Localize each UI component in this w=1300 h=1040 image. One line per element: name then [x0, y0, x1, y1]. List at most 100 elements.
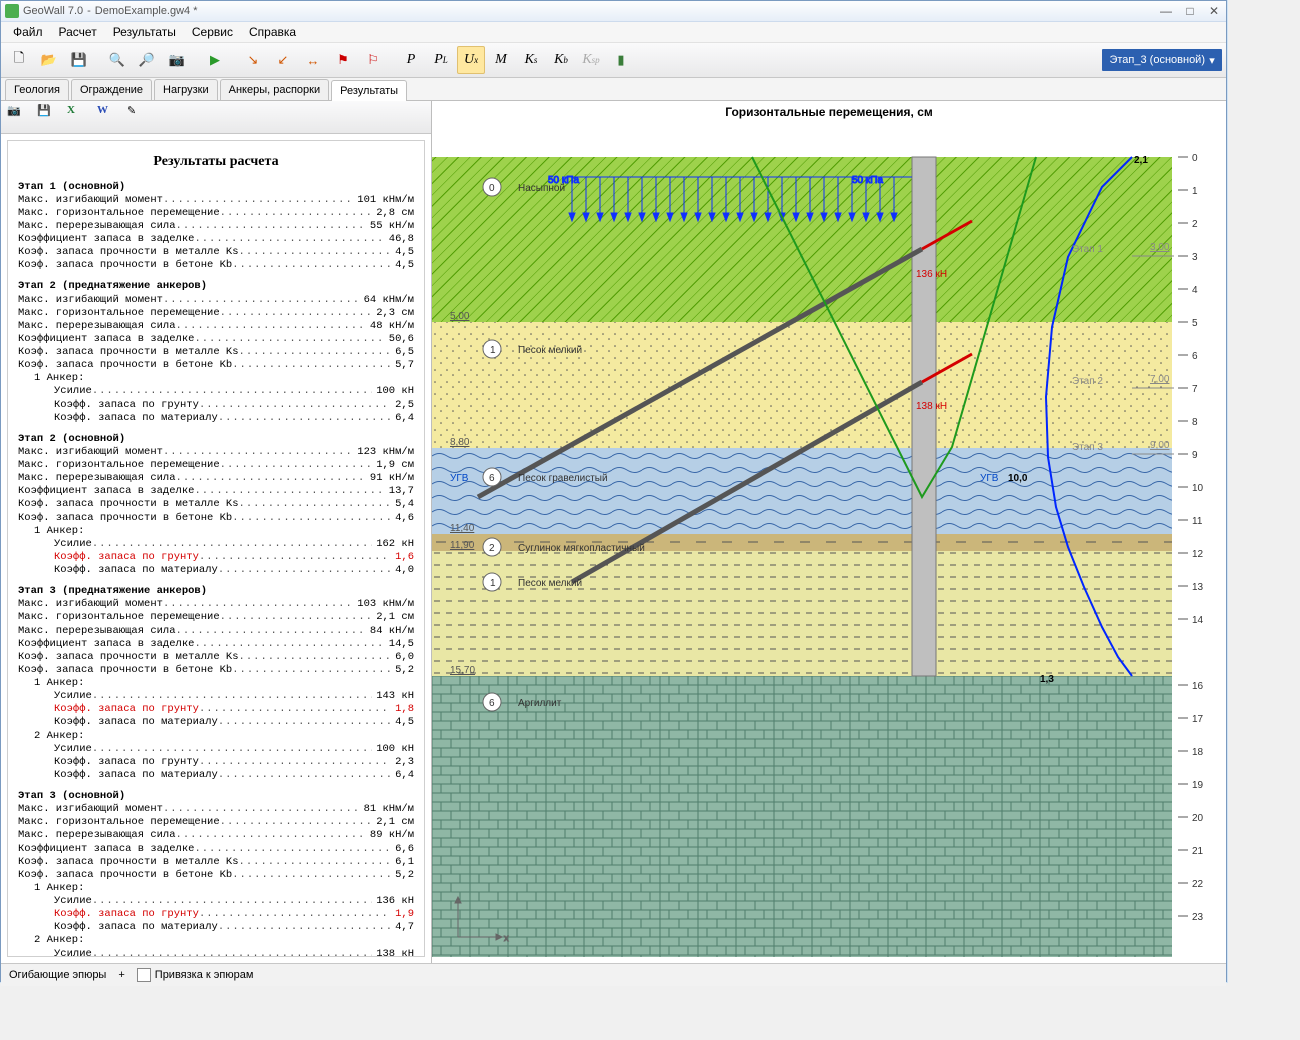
svg-text:21: 21 — [1192, 846, 1204, 857]
M-button[interactable]: M — [487, 46, 515, 74]
zoom-sel-button[interactable]: 🔎 — [133, 46, 161, 74]
svg-text:16: 16 — [1192, 681, 1204, 692]
svg-text:x: x — [504, 933, 509, 943]
layer2: Песок гравелистый — [518, 473, 608, 484]
Ux-button[interactable]: Ux — [457, 46, 485, 74]
menu-file[interactable]: Файл — [5, 23, 51, 41]
anchor2-force: 138 кН — [916, 401, 947, 412]
svg-text:10: 10 — [1192, 483, 1204, 494]
svg-text:7: 7 — [1192, 384, 1198, 395]
PL-button[interactable]: PL — [427, 46, 455, 74]
svg-text:23: 23 — [1192, 912, 1204, 923]
status-plus[interactable]: + — [118, 969, 124, 981]
svg-text:3,00: 3,00 — [1150, 242, 1170, 253]
chevron-down-icon: ▾ — [1205, 54, 1219, 67]
main-toolbar: 🗋 📂 💾 🔍 🔎 📷 ▶ ↘ ↙ ↔ ⚑ ⚐ P PL Ux M Ks Kb … — [1, 43, 1226, 78]
svg-text:20: 20 — [1192, 813, 1204, 824]
svg-text:6: 6 — [489, 473, 495, 484]
svg-text:8,80: 8,80 — [450, 437, 470, 448]
Ks-button[interactable]: Ks — [517, 46, 545, 74]
menu-service[interactable]: Сервис — [184, 23, 241, 41]
report-camera-button[interactable]: 📷 — [7, 104, 33, 130]
Ksp-button[interactable]: Ksp — [577, 46, 605, 74]
disp-top: 2,1 — [1134, 155, 1148, 166]
stage-combo-label: Этап_3 (основной) — [1109, 54, 1205, 66]
edit-report-button[interactable]: ✎ — [127, 104, 153, 130]
menu-results[interactable]: Результаты — [105, 23, 184, 41]
export-word-button[interactable]: W — [97, 104, 123, 130]
snapshot-button[interactable]: 📷 — [163, 46, 191, 74]
layer1: Песок мелкий — [518, 345, 582, 356]
tab-wall[interactable]: Ограждение — [71, 79, 152, 100]
tab-loads[interactable]: Нагрузки — [154, 79, 218, 100]
svg-text:Этап 3: Этап 3 — [1072, 442, 1103, 453]
svg-text:Этап 1: Этап 1 — [1072, 244, 1103, 255]
svg-text:15,70: 15,70 — [450, 665, 475, 676]
close-button[interactable]: ✕ — [1202, 4, 1226, 18]
svg-text:11,40: 11,40 — [450, 523, 475, 534]
stage-combo[interactable]: Этап_3 (основной) ▾ — [1102, 49, 1222, 71]
svg-text:22: 22 — [1192, 879, 1204, 890]
svg-text:1: 1 — [1192, 186, 1198, 197]
svg-text:9,00: 9,00 — [1150, 440, 1170, 451]
menubar: Файл Расчет Результаты Сервис Справка — [1, 22, 1226, 43]
plot5-button[interactable]: ⚐ — [359, 46, 387, 74]
save-button[interactable]: 💾 — [65, 46, 93, 74]
svg-text:14: 14 — [1192, 615, 1204, 626]
svg-text:1: 1 — [490, 578, 496, 589]
new-button[interactable]: 🗋 — [5, 46, 33, 74]
disp-bottom: 1,3 — [1040, 674, 1054, 685]
svg-text:3: 3 — [1192, 252, 1198, 263]
envelope-button[interactable]: ▮ — [607, 46, 635, 74]
export-excel-button[interactable]: X — [67, 104, 93, 130]
open-button[interactable]: 📂 — [35, 46, 63, 74]
load-label-right: 50 кПа — [852, 175, 883, 186]
layer3: Суглинок мягкопластичный — [518, 543, 645, 554]
maximize-button[interactable]: □ — [1178, 4, 1202, 18]
layer0: Насыпной — [518, 183, 565, 194]
svg-text:6: 6 — [489, 698, 495, 709]
status-bar: Огибающие эпюры + Привязка к эпюрам — [1, 963, 1226, 986]
report-save-button[interactable]: 💾 — [37, 104, 63, 130]
run-button[interactable]: ▶ — [201, 46, 229, 74]
water-right: УГВ — [980, 473, 999, 484]
menu-calc[interactable]: Расчет — [51, 23, 105, 41]
chart-title: Горизонтальные перемещения, см — [432, 101, 1226, 123]
title-sep: - — [87, 5, 95, 17]
Kb-button[interactable]: Kb — [547, 46, 575, 74]
menu-help[interactable]: Справка — [241, 23, 304, 41]
tab-results[interactable]: Результаты — [331, 80, 407, 101]
plot1-button[interactable]: ↘ — [239, 46, 267, 74]
P-button[interactable]: P — [397, 46, 425, 74]
svg-text:8: 8 — [1192, 417, 1198, 428]
plot2-button[interactable]: ↙ — [269, 46, 297, 74]
tabs: Геология Ограждение Нагрузки Анкеры, рас… — [1, 78, 1226, 101]
anchor1-force: 136 кН — [916, 269, 947, 280]
zoom-fit-button[interactable]: 🔍 — [103, 46, 131, 74]
app-name: GeoWall 7.0 — [23, 5, 87, 17]
diagram-pane[interactable]: Горизонтальные перемещения, см — [432, 101, 1226, 963]
svg-text:10,0: 10,0 — [1008, 473, 1028, 484]
status-left[interactable]: Огибающие эпюры — [9, 969, 106, 981]
report-pane[interactable]: Результаты расчетаЭтап 1 (основной)Макс.… — [7, 140, 425, 957]
svg-text:7,00: 7,00 — [1150, 374, 1170, 385]
app-icon — [5, 4, 19, 18]
svg-text:2: 2 — [1192, 219, 1198, 230]
svg-text:0: 0 — [1192, 153, 1198, 164]
svg-text:2: 2 — [489, 543, 495, 554]
svg-text:9: 9 — [1192, 450, 1198, 461]
layer5: Аргиллит — [518, 698, 562, 709]
tab-geology[interactable]: Геология — [5, 79, 69, 100]
svg-text:5: 5 — [1192, 318, 1198, 329]
svg-text:18: 18 — [1192, 747, 1204, 758]
status-bind-check[interactable]: Привязка к эпюрам — [137, 968, 254, 982]
svg-text:1: 1 — [490, 345, 496, 356]
svg-text:0: 0 — [489, 183, 495, 194]
svg-text:Этап 2: Этап 2 — [1072, 376, 1103, 387]
svg-text:19: 19 — [1192, 780, 1204, 791]
svg-text:4: 4 — [1192, 285, 1198, 296]
minimize-button[interactable]: — — [1154, 4, 1178, 18]
plot3-button[interactable]: ↔ — [299, 46, 327, 74]
plot4-button[interactable]: ⚑ — [329, 46, 357, 74]
tab-anchors[interactable]: Анкеры, распорки — [220, 79, 330, 100]
